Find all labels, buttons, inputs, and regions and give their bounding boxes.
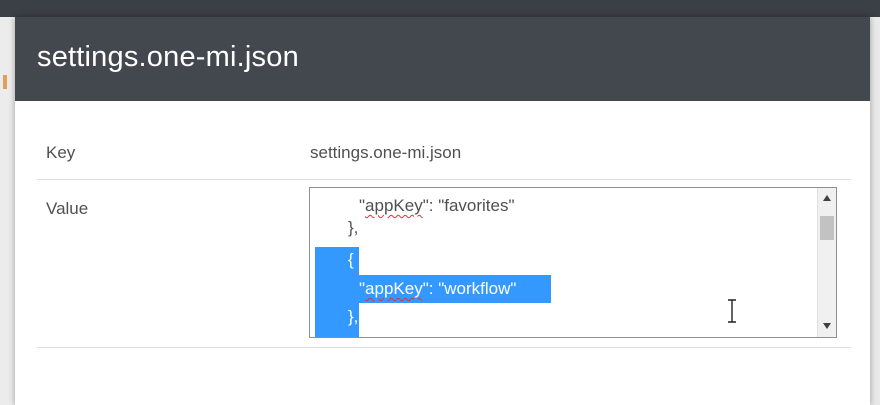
scrollbar-thumb[interactable] bbox=[820, 216, 834, 240]
editor-line-selected: "appKey": "workflow" bbox=[359, 279, 517, 298]
editor-line-selected: }, bbox=[348, 307, 359, 326]
row-divider bbox=[37, 347, 851, 348]
background-page-left bbox=[0, 17, 15, 405]
dialog-title: settings.one-mi.json bbox=[37, 41, 299, 73]
scroll-up-icon[interactable] bbox=[823, 195, 831, 201]
key-label: Key bbox=[46, 143, 76, 162]
background-page-right bbox=[870, 17, 880, 405]
text-cursor-icon bbox=[728, 299, 736, 323]
editor-scrollbar[interactable] bbox=[817, 188, 836, 337]
row-divider bbox=[37, 179, 851, 180]
value-editor[interactable]: "appKey": "favorites" }, { "appKey": "wo… bbox=[309, 187, 837, 338]
key-value: settings.one-mi.json bbox=[310, 143, 462, 162]
top-app-bar bbox=[0, 0, 880, 17]
dialog-header: settings.one-mi.json bbox=[15, 17, 870, 101]
editor-line: }, bbox=[348, 218, 359, 237]
spellcheck-word: appKey bbox=[365, 279, 423, 298]
editor-line-selected: { bbox=[348, 250, 354, 269]
value-label: Value bbox=[46, 199, 89, 218]
spellcheck-word: appKey bbox=[365, 196, 423, 215]
editor-line: "appKey": "favorites" bbox=[359, 196, 515, 215]
scroll-down-icon[interactable] bbox=[823, 323, 831, 329]
background-accent bbox=[3, 75, 7, 89]
edit-setting-dialog: settings.one-mi.json Key settings.one-mi… bbox=[15, 17, 870, 405]
